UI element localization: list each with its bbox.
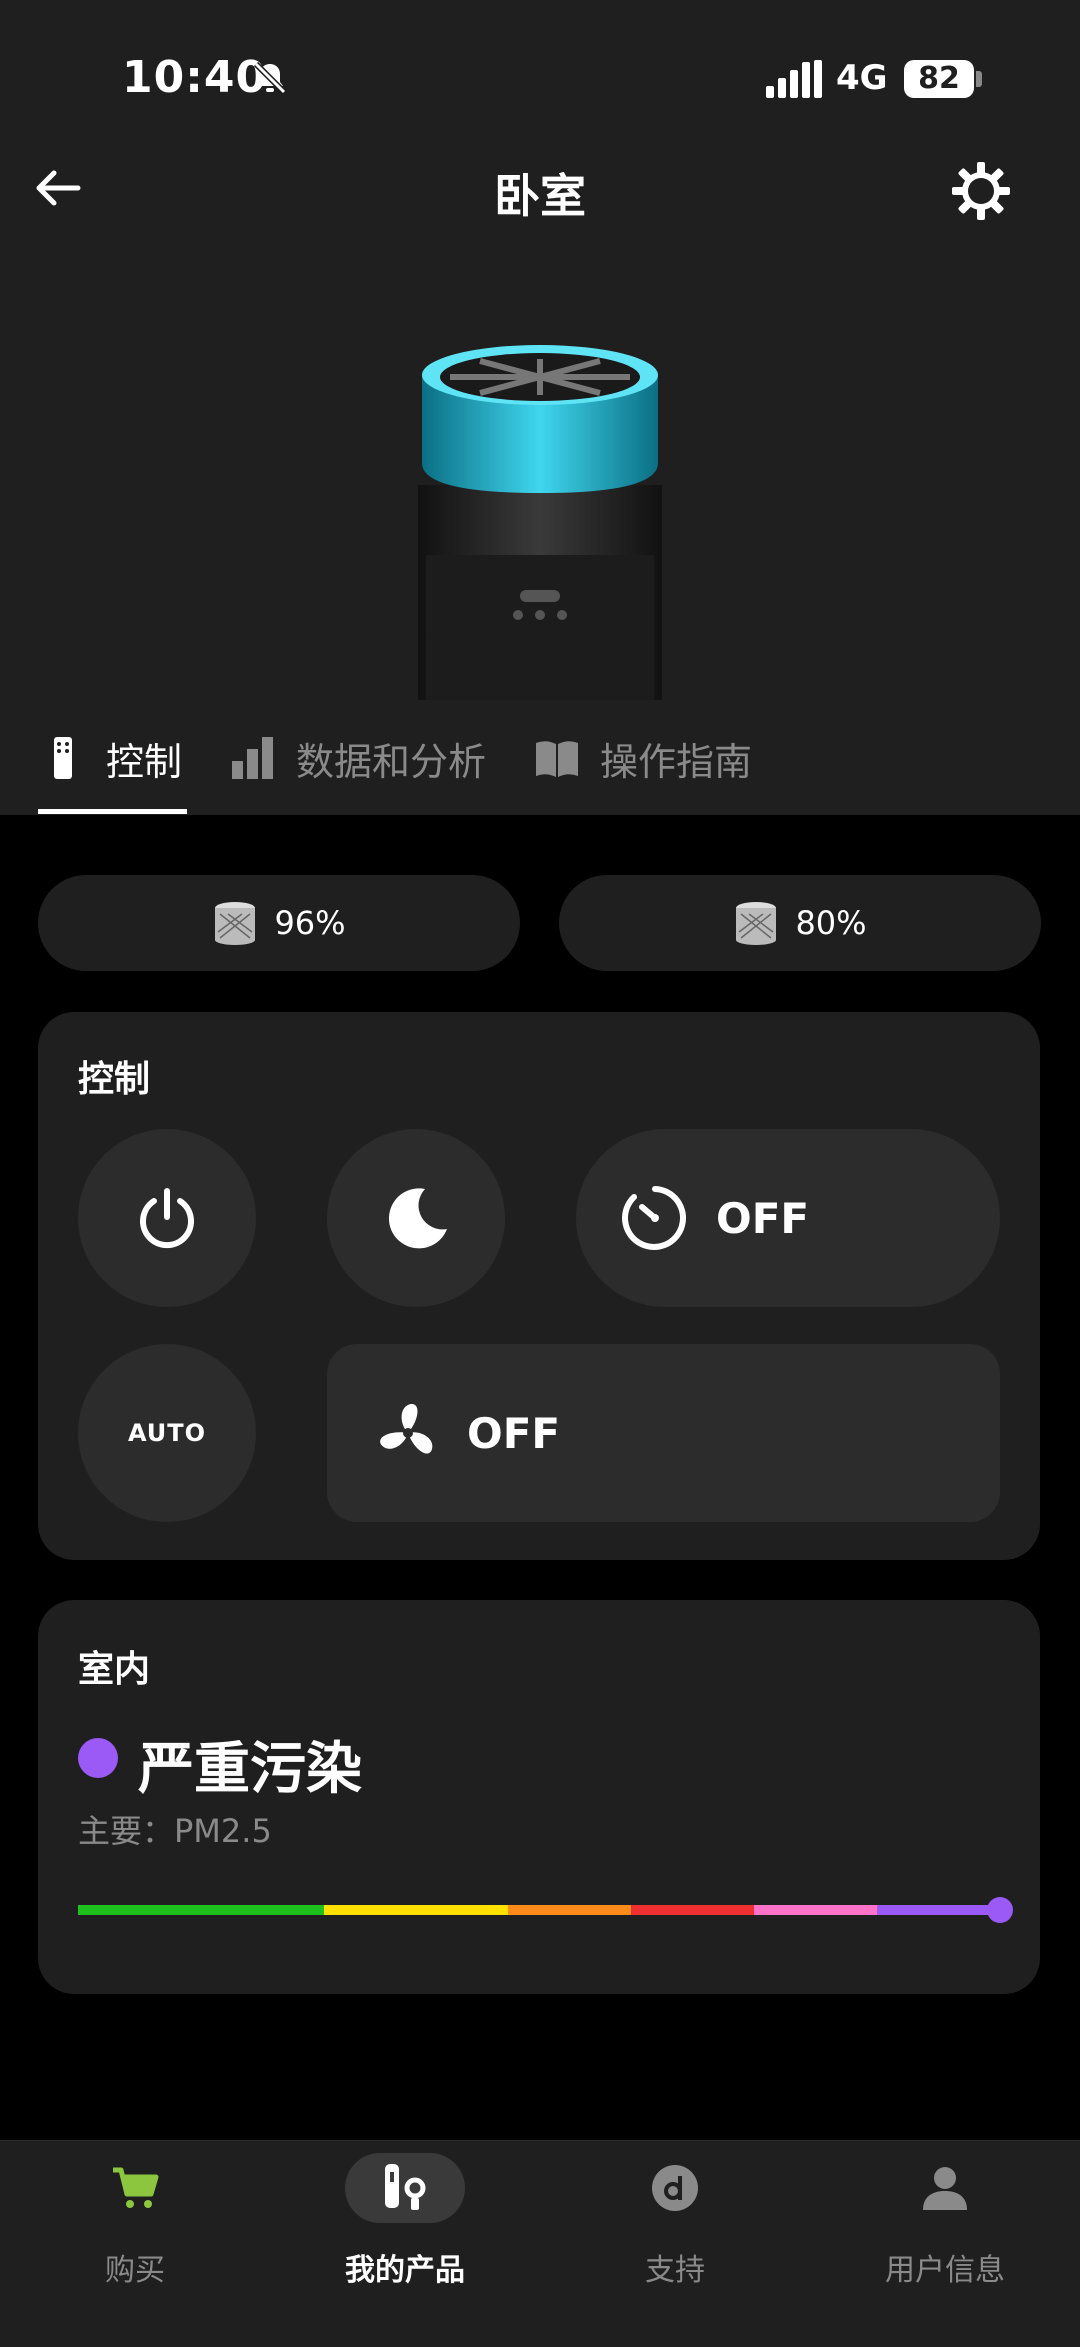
auto-mode-button[interactable]: AUTO — [78, 1344, 256, 1522]
timer-label: OFF — [716, 1193, 810, 1243]
nav-shop-label: 购买 — [105, 2253, 165, 2288]
timer-icon — [622, 1186, 687, 1250]
network-type: 4G — [836, 58, 888, 98]
signal-icon — [766, 60, 822, 98]
power-button[interactable] — [78, 1129, 256, 1307]
fan-speed-button[interactable]: OFF — [327, 1344, 1000, 1522]
nav-support[interactable]: 支持 — [540, 2141, 810, 2347]
gear-icon[interactable] — [950, 160, 1012, 222]
tab-data-analysis[interactable]: 数据和分析 — [230, 730, 486, 786]
support-icon — [652, 2165, 698, 2211]
indoor-air-quality-card: 室内 严重污染 主要：PM2.5 — [38, 1600, 1040, 1994]
nav-user-info-label: 用户信息 — [885, 2253, 1005, 2288]
nav-user-info-icon-wrap — [885, 2153, 1005, 2223]
scale-segment — [877, 1905, 1000, 1915]
night-mode-button[interactable] — [327, 1129, 505, 1307]
user-icon — [923, 2167, 967, 2210]
control-card-title: 控制 — [78, 1059, 151, 1100]
tab-control[interactable]: 控制 — [40, 730, 182, 786]
air-quality-dot — [78, 1738, 118, 1778]
page-title: 卧室 — [494, 169, 586, 223]
bell-off-icon — [253, 61, 287, 95]
air-quality-indicator — [987, 1897, 1013, 1923]
scale-segment — [631, 1905, 754, 1915]
bottom-navigation: 购买 我的产品 支持 用户信息 — [0, 2140, 1080, 2347]
tab-guide-label: 操作指南 — [600, 739, 753, 784]
filter-icon — [736, 902, 777, 945]
air-quality-scale — [78, 1905, 1000, 1915]
nav-support-label: 支持 — [645, 2253, 705, 2288]
purifier-image — [418, 345, 662, 700]
bar-chart-icon — [232, 737, 273, 779]
sleep-timer-button[interactable]: OFF — [576, 1129, 1000, 1307]
filter-status-pill[interactable]: 80% — [559, 875, 1041, 971]
remote-icon — [54, 737, 72, 779]
active-tab-indicator — [38, 809, 187, 814]
cart-icon — [113, 2167, 159, 2208]
nav-my-products[interactable]: 我的产品 — [270, 2141, 540, 2347]
fan-icon — [380, 1403, 433, 1454]
nav-support-icon-wrap — [615, 2153, 735, 2223]
auto-label: AUTO — [127, 1419, 207, 1447]
tab-control-label: 控制 — [106, 739, 183, 784]
air-quality-status: 严重污染 — [138, 1737, 362, 1802]
nav-shop[interactable]: 购买 — [0, 2141, 270, 2347]
nav-my-products-icon-wrap — [345, 2153, 465, 2223]
filter-status-pill[interactable]: 96% — [38, 875, 520, 971]
battery-level: 82 — [904, 60, 974, 98]
tab-guide[interactable]: 操作指南 — [534, 730, 752, 786]
nav-user-info[interactable]: 用户信息 — [810, 2141, 1080, 2347]
moon-icon — [388, 1188, 447, 1249]
power-icon — [140, 1188, 194, 1249]
filter-icon — [215, 902, 256, 945]
nav-my-products-label: 我的产品 — [345, 2253, 465, 2288]
nav-shop-icon-wrap — [75, 2153, 195, 2223]
filter-2-value: 80% — [795, 904, 867, 942]
scale-segment — [78, 1905, 324, 1915]
fan-speed-label: OFF — [467, 1408, 561, 1458]
indoor-card-title: 室内 — [78, 1649, 151, 1690]
battery-tip — [976, 71, 982, 87]
filter-1-value: 96% — [274, 904, 346, 942]
scale-segment — [754, 1905, 877, 1915]
scale-segment — [508, 1905, 631, 1915]
tab-data-analysis-label: 数据和分析 — [296, 739, 487, 784]
my-products-icon — [385, 2164, 426, 2210]
primary-pollutant: 主要：PM2.5 — [78, 1812, 272, 1850]
book-icon — [536, 741, 578, 777]
control-card: 控制 OFF AUTO OFF — [38, 1012, 1040, 1560]
scale-segment — [324, 1905, 508, 1915]
status-time: 10:40 — [122, 52, 268, 103]
